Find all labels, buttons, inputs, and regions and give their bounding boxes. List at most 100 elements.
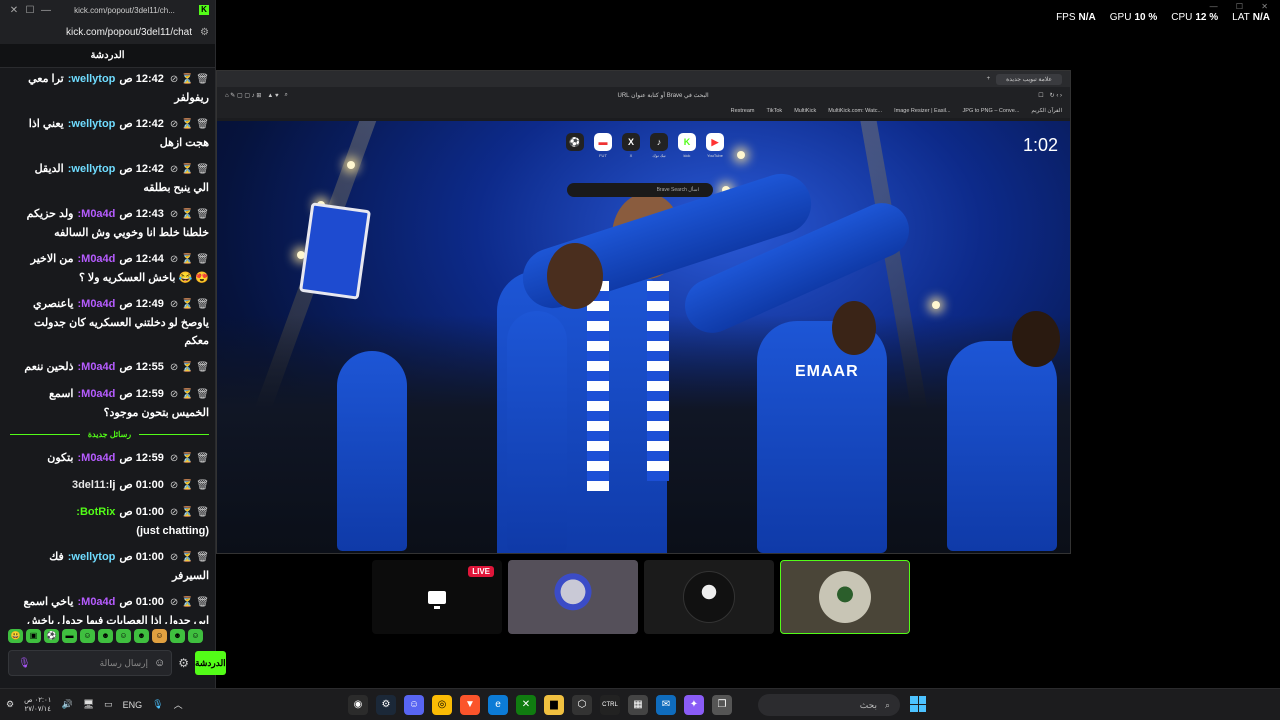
message-action-icons[interactable]: 🗑 ⏳ ⊘: [170, 389, 209, 400]
language-indicator[interactable]: ENG: [123, 700, 143, 710]
minimize-icon[interactable]: —: [38, 5, 54, 16]
emote-icon[interactable]: ☻: [98, 629, 113, 643]
browser-address-input[interactable]: البحث في Brave أو كتابة عنوان URL: [294, 92, 1032, 99]
chat-message[interactable]: 🗑 ⏳ ⊘ 12:43 ص M0a4d:ولد حزيكم خلطنا خلط انا…: [10, 205, 209, 242]
message-username[interactable]: M0a4d:: [77, 298, 115, 310]
message-username[interactable]: M0a4d:: [77, 253, 115, 265]
speed-dial-tile[interactable]: ▶ YouTube: [705, 133, 725, 158]
chat-message-list[interactable]: 🗑 ⏳ ⊘12:42 صwellytop:ترا معي ريفولفر 🗑 ⏳ ⊘…: [0, 68, 215, 624]
browser-nav-icons[interactable]: ⌂ ✎ ▢ ▢ ♪ ⊞: [225, 92, 261, 99]
message-action-icons[interactable]: 🗑 ⏳ ⊘: [170, 552, 209, 563]
steam-icon[interactable]: ⚙: [376, 694, 396, 715]
bookmark-item[interactable]: JPG to PNG – Conve...: [963, 108, 1020, 114]
store-icon[interactable]: ▦: [628, 694, 648, 715]
new-tab-icon[interactable]: +: [987, 76, 991, 82]
reload-icon[interactable]: ↻ ‹ ›: [1050, 92, 1062, 99]
chat-message[interactable]: 🗑 ⏳ ⊘ 01:00 صwellytop: فك السيرفر: [10, 548, 209, 585]
bookmark-icon[interactable]: ☐: [1038, 92, 1043, 99]
message-action-icons[interactable]: 🗑 ⏳ ⊘: [170, 209, 209, 220]
bookmark-item[interactable]: Restream: [731, 108, 755, 114]
chat-message[interactable]: 🗑 ⏳ ⊘ 12:49 ص M0a4d:ياعنصري ياوصخ لو دخلتني…: [10, 295, 209, 350]
brave-search-box[interactable]: Brave Search اسأل: [567, 183, 713, 197]
chat-message[interactable]: 🗑 ⏳ ⊘ 12:42 صwellytop: يعني اذا هجت ازهل: [10, 115, 209, 152]
emote-icon[interactable]: ▬: [62, 629, 77, 643]
chat-settings-gear-icon[interactable]: ⚙: [178, 656, 189, 670]
app-icon[interactable]: ⬡: [572, 694, 592, 715]
network-icon[interactable]: 🖥: [83, 699, 94, 710]
message-username[interactable]: M0a4d:: [77, 452, 115, 464]
emote-icon[interactable]: ☻: [134, 629, 149, 643]
chat-message[interactable]: 🗑 ⏳ ⊘ 12:59 ص M0a4d:اسمع الخميس بتحون موجود…: [10, 385, 209, 422]
bookmark-item[interactable]: Image Resizer | Easil...: [894, 108, 950, 114]
discord-icon[interactable]: ☺: [404, 694, 424, 715]
chat-address-bar[interactable]: kick.com/popout/3del11/chat ⚙: [0, 20, 215, 44]
emoji-picker-icon[interactable]: ☺: [154, 657, 165, 669]
chevron-up-icon[interactable]: ︿: [174, 698, 183, 711]
speed-dial-tile[interactable]: ♪ تيك توك: [649, 133, 669, 158]
speed-dial-tile[interactable]: XX: [621, 133, 641, 158]
shield-icon[interactable]: ▲ ♥: [267, 93, 278, 99]
message-username[interactable]: M0a4d:: [77, 208, 115, 220]
emote-icon[interactable]: 😃: [8, 629, 23, 643]
outlook-icon[interactable]: ✉: [656, 694, 676, 715]
participant-tile[interactable]: [644, 560, 774, 634]
speed-dial-tile[interactable]: ⚽: [565, 133, 585, 158]
message-username[interactable]: M0a4d:: [77, 361, 115, 373]
participant-tile[interactable]: [508, 560, 638, 634]
emote-icon[interactable]: ▣: [26, 629, 41, 643]
message-action-icons[interactable]: 🗑 ⏳ ⊘: [170, 119, 209, 130]
obs-icon[interactable]: ◉: [348, 694, 368, 715]
chat-message[interactable]: 🗑 ⏳ ⊘ 12:42 صwellytop: الديقل الي ينبح بطلق…: [10, 160, 209, 197]
message-username[interactable]: 3del11:: [72, 479, 109, 491]
chat-message[interactable]: 🗑 ⏳ ⊘ 01:00 ص 3del11:lj: [10, 476, 209, 495]
site-settings-icon[interactable]: ⚙: [200, 27, 209, 38]
settings-icon[interactable]: ⚙: [6, 699, 14, 710]
emote-icon[interactable]: ⚽: [44, 629, 59, 643]
emote-icon[interactable]: ☺: [80, 629, 95, 643]
chat-message[interactable]: 🗑 ⏳ ⊘ 12:42 صwellytop: ترا معي ريفولفر: [10, 70, 209, 107]
message-action-icons[interactable]: 🗑 ⏳ ⊘: [170, 480, 209, 491]
message-action-icons[interactable]: 🗑 ⏳ ⊘: [170, 74, 209, 85]
bookmark-item[interactable]: MultiKick.com: Watc...: [828, 108, 882, 114]
message-action-icons[interactable]: 🗑 ⏳ ⊘: [170, 507, 209, 518]
speed-dial-tile[interactable]: ▬ FUT: [593, 133, 613, 158]
tray-clock[interactable]: ٠٢:٠١ ص ٢٧/٠٧/١٤: [24, 696, 51, 714]
ctrl-app-icon[interactable]: CTRL: [600, 694, 620, 715]
emote-icon[interactable]: ☻: [170, 629, 185, 643]
emote-icon[interactable]: ☺: [152, 629, 167, 643]
bookmark-item[interactable]: MultiKick: [794, 108, 816, 114]
file-explorer-icon[interactable]: ▆: [544, 694, 564, 715]
taskbar-search[interactable]: بحث ⌕: [758, 694, 900, 716]
message-username[interactable]: M0a4d:: [77, 388, 115, 400]
xbox-icon[interactable]: ✕: [516, 694, 536, 715]
task-view-icon[interactable]: ❐: [712, 694, 732, 715]
edge-icon[interactable]: e: [488, 694, 508, 715]
message-action-icons[interactable]: 🗑 ⏳ ⊘: [170, 597, 209, 608]
maximize-icon[interactable]: ☐: [22, 5, 38, 16]
bookmark-item[interactable]: TikTok: [767, 108, 783, 114]
message-action-icons[interactable]: 🗑 ⏳ ⊘: [170, 362, 209, 373]
message-username[interactable]: BotRix:: [76, 506, 115, 518]
message-action-icons[interactable]: 🗑 ⏳ ⊘: [170, 453, 209, 464]
chrome-icon[interactable]: ◎: [432, 694, 452, 715]
screen-share-tile[interactable]: LIVE: [372, 560, 502, 634]
microphone-icon[interactable]: 🎙: [18, 658, 31, 669]
message-username[interactable]: M0a4d:: [77, 596, 115, 608]
copilot-icon[interactable]: ✦: [684, 694, 704, 715]
bookmark-item[interactable]: القرآن الكريم: [1031, 108, 1062, 114]
send-chat-button[interactable]: الدردشة: [195, 651, 226, 675]
microphone-icon[interactable]: 🎙: [152, 699, 163, 710]
message-username[interactable]: wellytop:: [68, 73, 116, 85]
speed-dial-tile[interactable]: Kkick: [677, 133, 697, 158]
message-action-icons[interactable]: 🗑 ⏳ ⊘: [170, 254, 209, 265]
chat-message[interactable]: 🗑 ⏳ ⊘ 01:00 ص BotRix: (just chatting): [10, 503, 209, 540]
browser-tab[interactable]: علامة تبويب جديدة: [996, 73, 1062, 85]
message-action-icons[interactable]: 🗑 ⏳ ⊘: [170, 299, 209, 310]
message-username[interactable]: wellytop:: [68, 118, 116, 130]
chat-message[interactable]: 🗑 ⏳ ⊘ 01:00 ص M0a4d:ياخي اسمع ابي جدول اذا …: [10, 593, 209, 624]
chat-message[interactable]: 🗑 ⏳ ⊘ 12:59 ص M0a4d:بتكون: [10, 449, 209, 468]
message-username[interactable]: wellytop:: [68, 163, 116, 175]
battery-icon[interactable]: ▭: [104, 699, 113, 710]
participant-tile-active[interactable]: [780, 560, 910, 634]
chat-message-input[interactable]: [31, 658, 148, 668]
